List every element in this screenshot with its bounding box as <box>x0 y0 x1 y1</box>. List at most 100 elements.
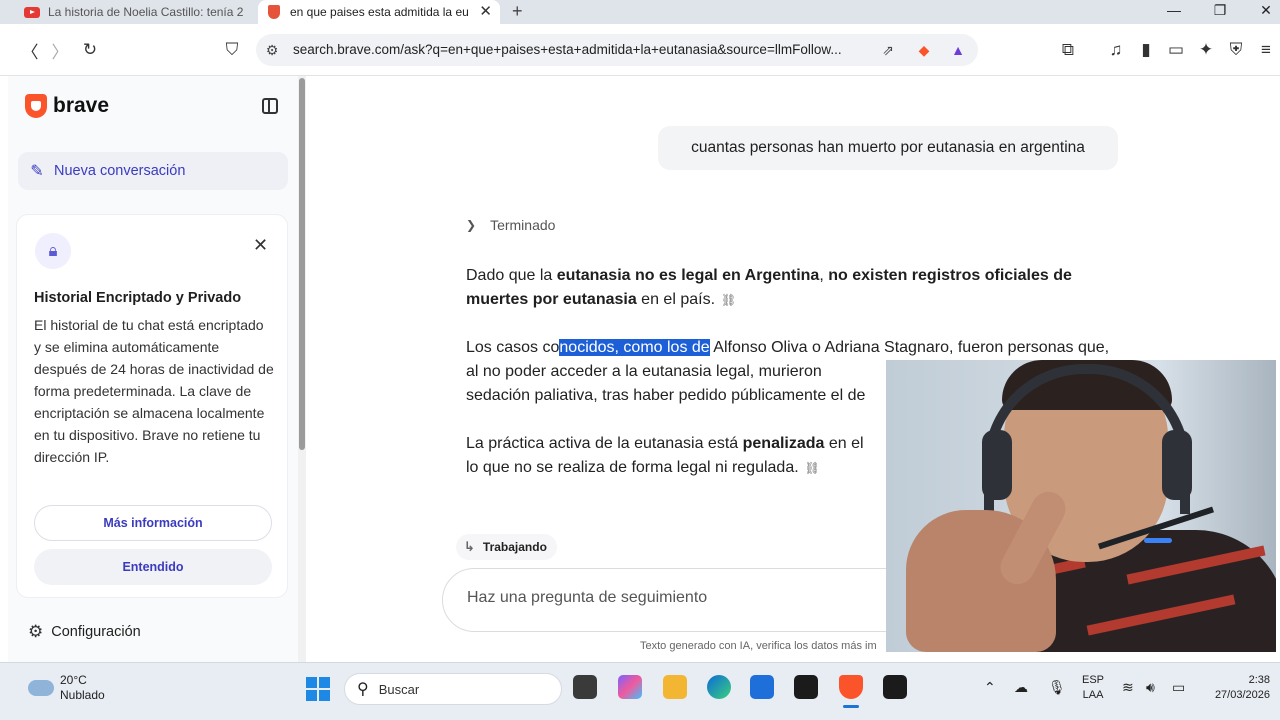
time: 2:38 <box>1248 674 1270 686</box>
wallet-icon[interactable]: ▭ <box>1164 38 1188 62</box>
tab-title: en que paises esta admitida la eu <box>290 5 469 19</box>
answer-text: en el país. <box>636 291 716 308</box>
sidebar-scrollbar[interactable] <box>298 76 306 662</box>
ai-sparkle-icon[interactable]: ✦ <box>1194 38 1218 62</box>
microphone-icon[interactable]: 🎙︎ <box>1048 679 1066 696</box>
temperature: 20°C <box>60 673 87 687</box>
brand-name: brave <box>53 94 110 117</box>
card-body: El historial de tu chat está encriptado … <box>34 317 274 465</box>
leo-sidebar: brave ✎ Nueva conversación 🔒︎ ✕ Historia… <box>8 76 304 662</box>
close-icon[interactable]: ✕ <box>253 235 268 256</box>
task-view-icon[interactable] <box>573 675 597 699</box>
new-conversation-button[interactable]: ✎ Nueva conversación <box>18 152 288 190</box>
url-text[interactable]: search.brave.com/ask?q=en+que+paises+est… <box>293 42 873 57</box>
gear-icon: ⚙ <box>28 622 44 641</box>
followup-input[interactable] <box>467 589 867 607</box>
new-conversation-label: Nueva conversación <box>54 163 186 179</box>
answer-text: , <box>819 267 829 284</box>
brave-rewards-icon[interactable]: ▲ <box>948 40 968 60</box>
new-tab-button[interactable]: + <box>512 1 523 22</box>
answer-text: La práctica activa de la eutanasia está <box>466 435 743 452</box>
card-title: Historial Encriptado y Privado <box>34 290 242 306</box>
tab-title: La historia de Noelia Castillo: tenía 23 <box>48 5 244 19</box>
brave-search-icon <box>266 4 282 20</box>
bookmark-icon[interactable]: ⛉ <box>220 38 244 62</box>
search-label: Buscar <box>378 681 420 697</box>
answer-bold: penalizada <box>742 435 825 452</box>
minimize-icon[interactable]: — <box>1164 2 1184 18</box>
capcut-icon[interactable] <box>794 675 818 699</box>
keyboard-layout: LAA <box>1082 689 1104 701</box>
app-icon[interactable] <box>883 675 907 699</box>
back-icon[interactable]: 〈 <box>18 38 42 62</box>
onedrive-icon[interactable]: ☁ <box>1014 679 1028 696</box>
settings-label: Configuración <box>51 624 141 640</box>
citation-link-icon[interactable]: ⛓ <box>721 293 736 307</box>
reload-icon[interactable]: ↻ <box>78 38 102 62</box>
headset-ear <box>982 430 1012 500</box>
answer-text: sedación paliativa, tras haber pedido pú… <box>466 387 866 404</box>
brave-logo: brave <box>25 94 109 118</box>
forward-icon[interactable]: 〉 <box>48 38 72 62</box>
brave-taskbar-icon[interactable] <box>839 675 863 699</box>
headset-ear <box>1162 430 1192 500</box>
answer-text: Los casos co <box>466 339 560 356</box>
understood-button[interactable]: Entendido <box>34 549 272 585</box>
user-message: cuantas personas han muerto por eutanasi… <box>658 126 1118 170</box>
sidebar-panel-icon[interactable]: ▮ <box>1134 38 1158 62</box>
share-icon[interactable]: ⇗ <box>878 40 898 60</box>
reasoning-toggle[interactable]: ❯ Terminado <box>466 217 555 233</box>
windows-start-icon[interactable] <box>306 677 330 701</box>
file-explorer-icon[interactable] <box>663 675 687 699</box>
site-settings-icon[interactable]: ⚙ <box>262 40 282 60</box>
more-info-button[interactable]: Más información <box>34 505 272 541</box>
address-bar[interactable]: ⚙ search.brave.com/ask?q=en+que+paises+e… <box>256 34 978 66</box>
privacy-card: 🔒︎ ✕ Historial Encriptado y Privado El h… <box>16 214 288 598</box>
chevron-right-icon: ❯ <box>466 218 477 232</box>
leo-icon[interactable]: ⧉ <box>1056 38 1080 62</box>
shirt-stripe <box>1126 545 1266 585</box>
answer-text: Dado que la <box>466 267 557 284</box>
restore-icon[interactable]: ❐ <box>1210 2 1230 19</box>
close-tab-icon[interactable]: ✕ <box>479 2 492 20</box>
close-window-icon[interactable]: ✕ <box>1256 2 1276 19</box>
cloud-icon <box>28 680 54 696</box>
language-code: ESP <box>1082 674 1105 686</box>
brave-lion-icon <box>25 94 47 118</box>
scroll-thumb[interactable] <box>299 78 305 450</box>
answer-paragraph: Dado que la eutanasia no es legal en Arg… <box>466 264 1118 312</box>
battery-icon[interactable]: ▭ <box>1172 679 1185 696</box>
copilot-icon[interactable] <box>618 675 642 699</box>
menu-icon[interactable]: ≡ <box>1254 38 1278 62</box>
settings-button[interactable]: ⚙ Configuración <box>28 622 141 642</box>
tab-brave-search[interactable]: en que paises esta admitida la eu ✕ <box>258 0 500 24</box>
music-icon[interactable]: ♫ <box>1104 38 1128 62</box>
tab-youtube[interactable]: La historia de Noelia Castillo: tenía 23 <box>16 0 258 24</box>
system-clock[interactable]: 2:38 27/03/2026 <box>1200 673 1270 703</box>
search-icon: ⚲ <box>357 681 369 698</box>
status-label: Terminado <box>490 217 556 233</box>
weather-widget[interactable]: 20°C Nublado <box>28 673 105 703</box>
browser-toolbar: 〈 〉 ↻ ⛉ ⚙ search.brave.com/ask?q=en+que+… <box>0 24 1280 76</box>
citation-link-icon[interactable]: ⛓ <box>805 461 820 475</box>
selected-text: nocidos, como los de <box>559 339 710 356</box>
language-indicator[interactable]: ESP LAA <box>1082 673 1104 703</box>
working-indicator: ↳ Trabajando <box>456 534 557 560</box>
taskbar-search[interactable]: ⚲ Buscar <box>344 673 562 705</box>
edit-icon: ✎ <box>30 163 44 180</box>
tab-strip: La historia de Noelia Castillo: tenía 23… <box>0 0 1280 24</box>
store-icon[interactable] <box>750 675 774 699</box>
wifi-icon[interactable]: ≋ <box>1122 679 1134 696</box>
brave-shields-icon[interactable]: ◆ <box>914 40 934 60</box>
youtube-icon <box>24 4 40 20</box>
edge-icon[interactable] <box>707 675 731 699</box>
toggle-sidebar-icon[interactable] <box>262 98 278 114</box>
answer-bold: eutanasia no es legal en Argentina <box>556 267 820 284</box>
answer-text: lo que no se realiza de forma legal ni r… <box>466 459 799 476</box>
chevron-up-icon[interactable]: ⌃ <box>984 679 996 696</box>
active-app-indicator <box>843 705 859 708</box>
ai-disclaimer: Texto generado con IA, verifica los dato… <box>640 640 877 652</box>
answer-text: en el <box>824 435 864 452</box>
vpn-icon[interactable]: ⛨ <box>1224 38 1248 62</box>
volume-icon[interactable]: 🔊︎ <box>1146 679 1155 696</box>
